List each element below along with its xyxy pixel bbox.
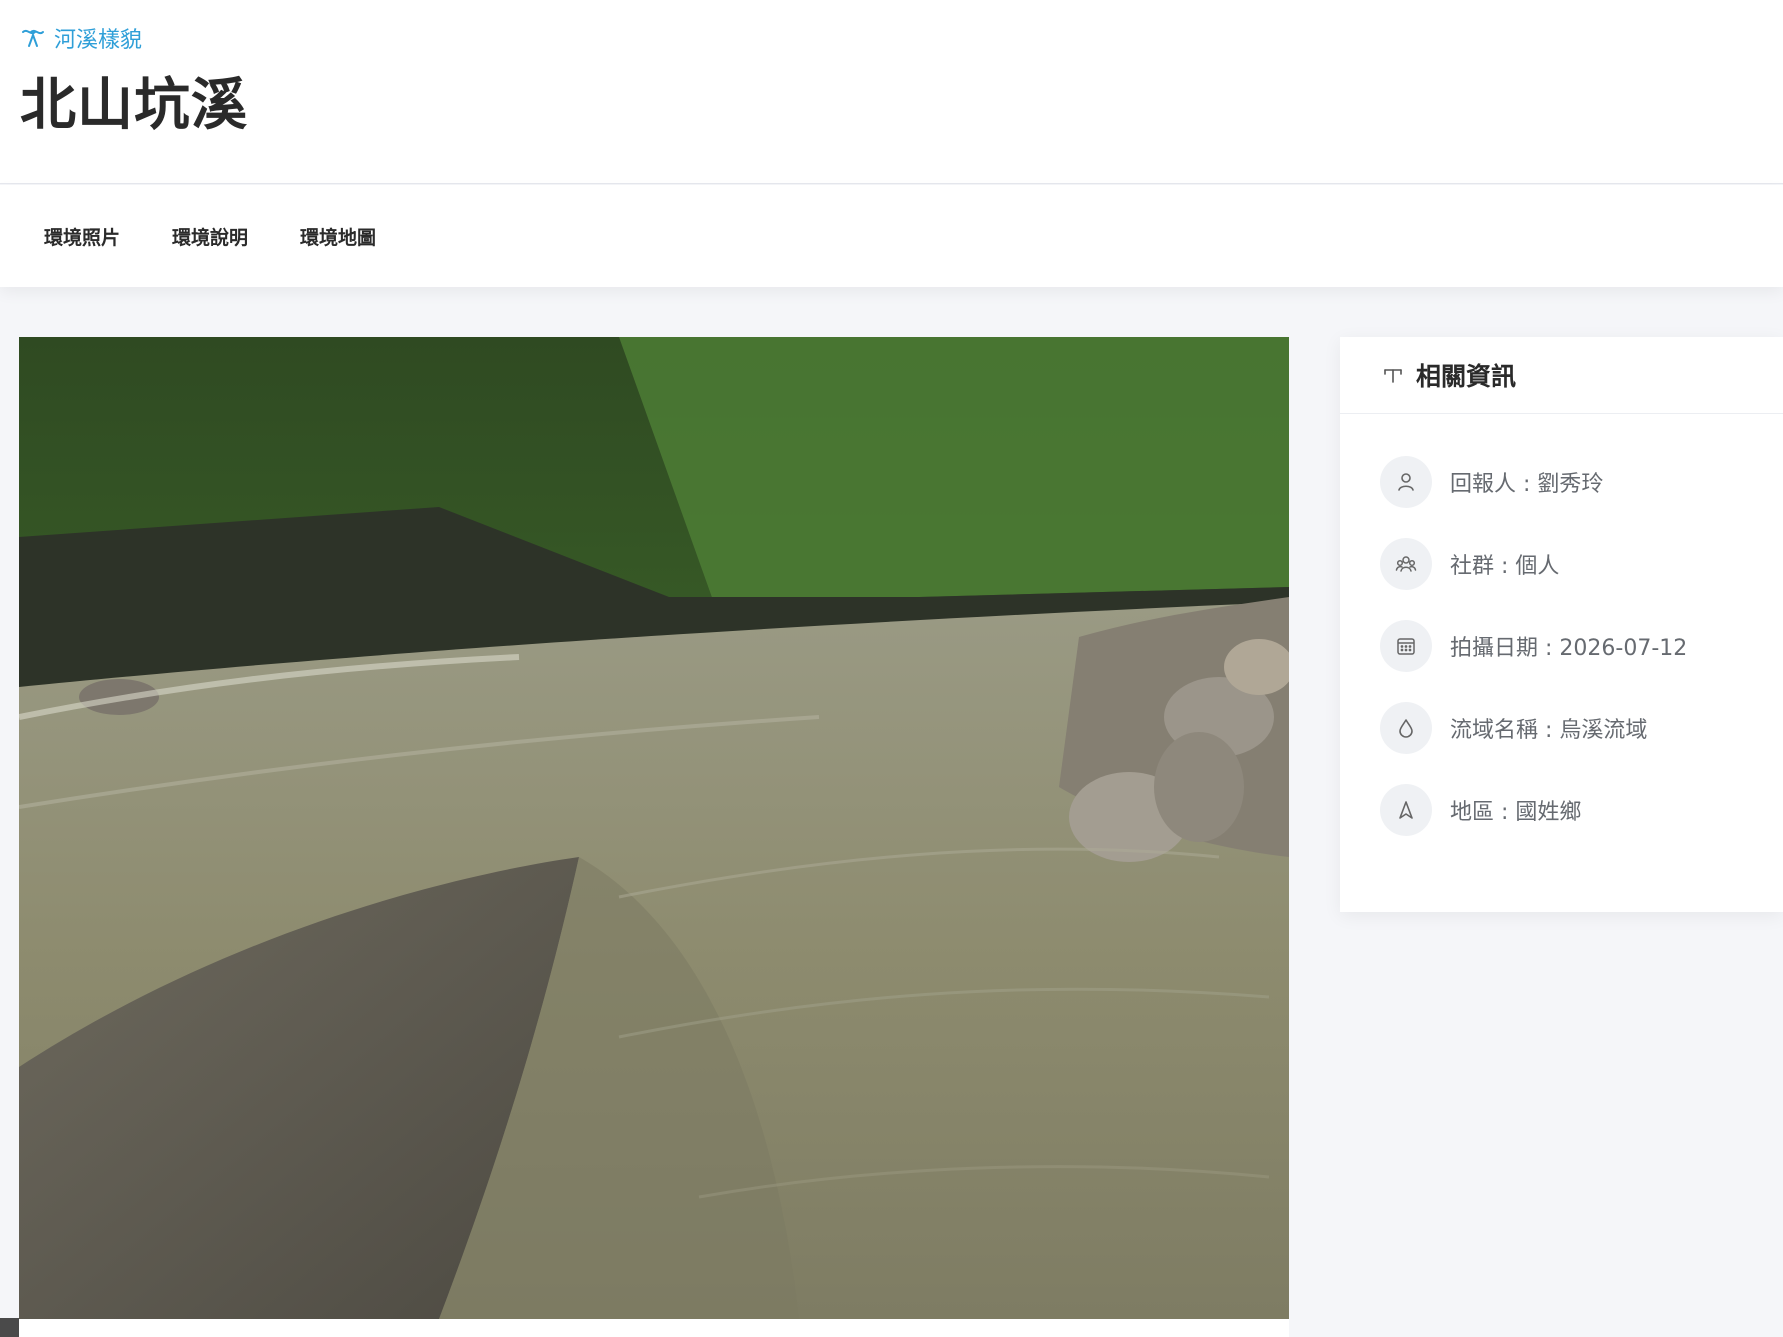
user-icon <box>1398 473 1414 491</box>
page-title: 北山坑溪 <box>20 73 248 138</box>
location-icon <box>1399 801 1413 819</box>
date-text: 拍攝日期 : 2026-07-12 <box>1450 636 1688 661</box>
page-header: 河溪樣貌 北山坑溪 <box>0 0 1783 184</box>
tab-photos[interactable]: 環境照片 <box>44 223 120 250</box>
reporter-text: 回報人 : 劉秀玲 <box>1450 472 1604 497</box>
group-icon <box>1395 556 1417 572</box>
environment-photo <box>19 337 1289 1319</box>
info-item-reporter: 回報人 : 劉秀玲 <box>1380 455 1783 509</box>
info-item-community: 社群 : 個人 <box>1380 537 1783 591</box>
pin-icon <box>1384 369 1402 383</box>
info-list: 回報人 : 劉秀玲 社群 : 個人 拍攝日期: 2026-07-12 流域名稱… <box>1340 414 1783 837</box>
related-info-card: 相關資訊 回報人 : 劉秀玲 社群: 個人 拍攝日期: 2026-07-12… <box>1340 337 1783 912</box>
category-link[interactable]: 河溪樣貌 <box>20 22 142 54</box>
water-drop-icon <box>1399 719 1413 738</box>
photo-caption-bar <box>19 1319 1289 1337</box>
info-item-watershed: 流域名稱 : 烏溪流域 <box>1380 701 1783 755</box>
info-item-region: 地區 : 國姓鄉 <box>1380 783 1783 837</box>
info-card-title: 相關資訊 <box>1416 362 1517 391</box>
watershed-text: 流域名稱 : 烏溪流域 <box>1450 718 1648 743</box>
region-text: 地區 : 國姓鄉 <box>1450 800 1582 825</box>
calendar-icon <box>1397 638 1415 655</box>
tab-description[interactable]: 環境說明 <box>172 223 248 250</box>
category-label: 河溪樣貌 <box>54 28 143 53</box>
river-icon <box>22 29 44 47</box>
tab-map[interactable]: 環境地圖 <box>300 223 376 250</box>
tab-bar: 環境照片 環境說明 環境地圖 <box>0 185 1783 287</box>
info-card-header: 相關資訊 <box>1340 337 1783 414</box>
community-text: 社群 : 個人 <box>1450 554 1560 579</box>
info-item-date: 拍攝日期 : 2026-07-12 <box>1380 619 1783 673</box>
corner-marker <box>0 1318 19 1337</box>
